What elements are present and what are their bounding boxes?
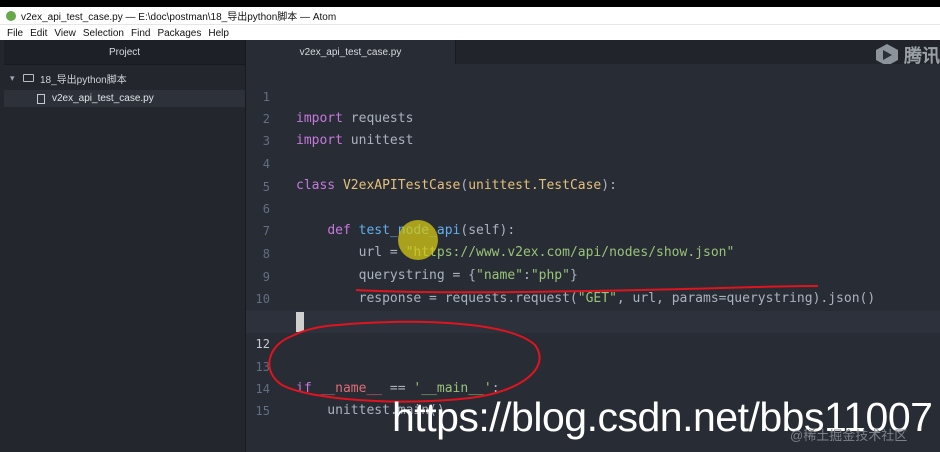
juejin-credit: @稀土掘金技术社区 <box>790 428 908 443</box>
circle-annotation <box>268 320 541 403</box>
red-annotation-overlay <box>268 285 819 403</box>
underline-annotation <box>355 285 819 294</box>
